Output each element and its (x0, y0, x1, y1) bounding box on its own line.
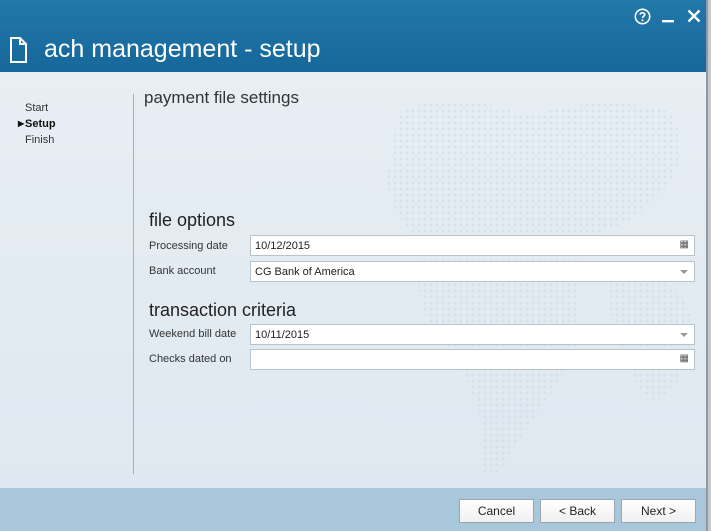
help-icon[interactable] (633, 7, 651, 25)
page-heading: payment file settings (144, 88, 299, 107)
window-edge (706, 0, 711, 531)
close-icon[interactable] (685, 7, 703, 25)
processing-date-value: 10/12/2015 (255, 240, 311, 252)
dropdown-arrow-icon[interactable] (680, 333, 688, 337)
processing-date-field[interactable]: 10/12/2015 ▦ (250, 235, 695, 256)
current-step-arrow-icon: ▶ (18, 119, 25, 128)
section-file-options: file options (149, 210, 236, 230)
checks-dated-on-field[interactable]: ▦ (250, 349, 695, 370)
bank-account-label: Bank account (149, 265, 216, 277)
calendar-icon[interactable]: ▦ (680, 239, 689, 250)
window-title: ach management - setup (44, 35, 321, 63)
step-setup[interactable]: ▶ Setup (18, 116, 56, 132)
window-controls (633, 7, 703, 25)
dropdown-arrow-icon[interactable] (680, 270, 688, 274)
weekend-bill-date-select[interactable]: 10/11/2015 (250, 324, 695, 345)
section-transaction-criteria: transaction criteria (149, 300, 297, 320)
calendar-icon[interactable]: ▦ (680, 353, 689, 364)
step-label: Finish (25, 134, 55, 146)
steps-divider (133, 94, 134, 474)
weekend-bill-date-label: Weekend bill date (149, 328, 237, 340)
bank-account-select[interactable]: CG Bank of America (250, 261, 695, 282)
content-area: Start ▶ Setup Finish payment file setting… (0, 72, 706, 488)
weekend-bill-date-value: 10/11/2015 (255, 329, 310, 341)
step-start[interactable]: Start (18, 100, 56, 116)
document-icon (10, 37, 27, 63)
next-button[interactable]: Next > (621, 499, 696, 523)
title-bar: ach management - setup (0, 0, 711, 72)
checks-dated-on-label: Checks dated on (149, 353, 232, 365)
processing-date-label: Processing date (149, 240, 228, 252)
step-label: Start (25, 102, 49, 114)
minimize-icon[interactable] (659, 7, 677, 25)
bank-account-value: CG Bank of America (255, 266, 355, 278)
wizard-steps: Start ▶ Setup Finish (18, 100, 56, 148)
back-button[interactable]: < Back (540, 499, 615, 523)
step-label: Setup (25, 118, 56, 130)
cancel-button[interactable]: Cancel (459, 499, 534, 523)
footer-bar: Cancel < Back Next > (0, 488, 706, 531)
step-finish[interactable]: Finish (18, 132, 56, 148)
